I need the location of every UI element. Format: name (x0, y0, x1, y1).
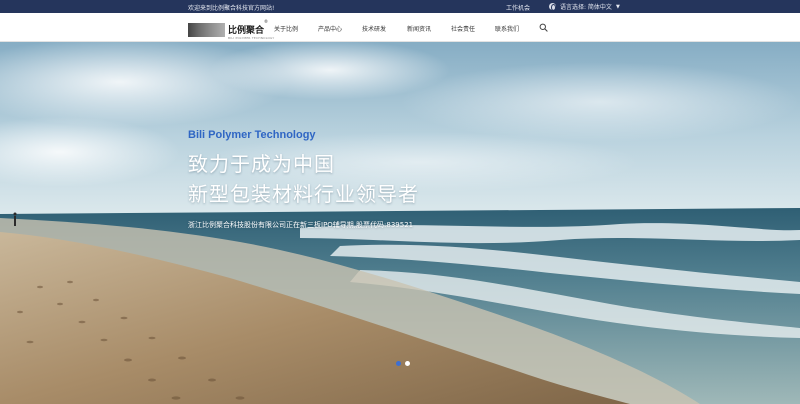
nav-item-contact[interactable]: 联系我们 (495, 24, 519, 33)
registered-mark: ® (264, 19, 269, 24)
globe-icon (549, 3, 556, 11)
hero-banner: Bili Polymer Technology 致力于成为中国 新型包装材料行业… (0, 42, 800, 404)
hero-company-name: Bili Polymer Technology (188, 129, 316, 141)
nav-item-responsibility[interactable]: 社会责任 (451, 24, 475, 33)
site-header: 比例聚合® BILI POLYMER TECHNOLOGY 关于比例 产品中心 … (0, 13, 800, 42)
carousel-dot[interactable] (396, 361, 401, 366)
search-icon[interactable] (539, 23, 548, 32)
hero-headline-line-2: 新型包装材料行业领导者 (188, 182, 419, 206)
nav-item-about[interactable]: 关于比例 (274, 24, 298, 33)
jobs-link[interactable]: 工作机会 (506, 3, 530, 12)
language-selector[interactable]: 语言选择: 简体中文 ▼ (549, 2, 620, 11)
logo-subtitle: BILI POLYMER TECHNOLOGY (228, 36, 275, 40)
top-bar: 欢迎来到比例聚合科技官方网站! 工作机会 语言选择: 简体中文 ▼ (0, 0, 800, 13)
nav-item-rnd[interactable]: 技术研发 (362, 24, 386, 33)
hero-headline-line-1: 致力于成为中国 (188, 152, 335, 176)
welcome-text: 欢迎来到比例聚合科技官方网站! (188, 5, 275, 12)
site-logo[interactable]: 比例聚合 ® BILI POLYMER TECHNOLOGY (188, 20, 274, 40)
carousel-dot[interactable] (405, 361, 410, 366)
language-label: 语言选择: 简体中文 (560, 4, 612, 11)
carousel-pagination (396, 361, 414, 366)
logo-name: 比例聚合 (228, 26, 265, 36)
hero-description: 浙江比例聚合科技股份有限公司正在新三板IPO辅导期,股票代码:839521 (188, 221, 414, 229)
nav-item-news[interactable]: 新闻资讯 (407, 24, 431, 33)
nav-item-products[interactable]: 产品中心 (318, 24, 342, 33)
chevron-down-icon: ▼ (615, 3, 620, 10)
logo-mark (188, 23, 225, 37)
